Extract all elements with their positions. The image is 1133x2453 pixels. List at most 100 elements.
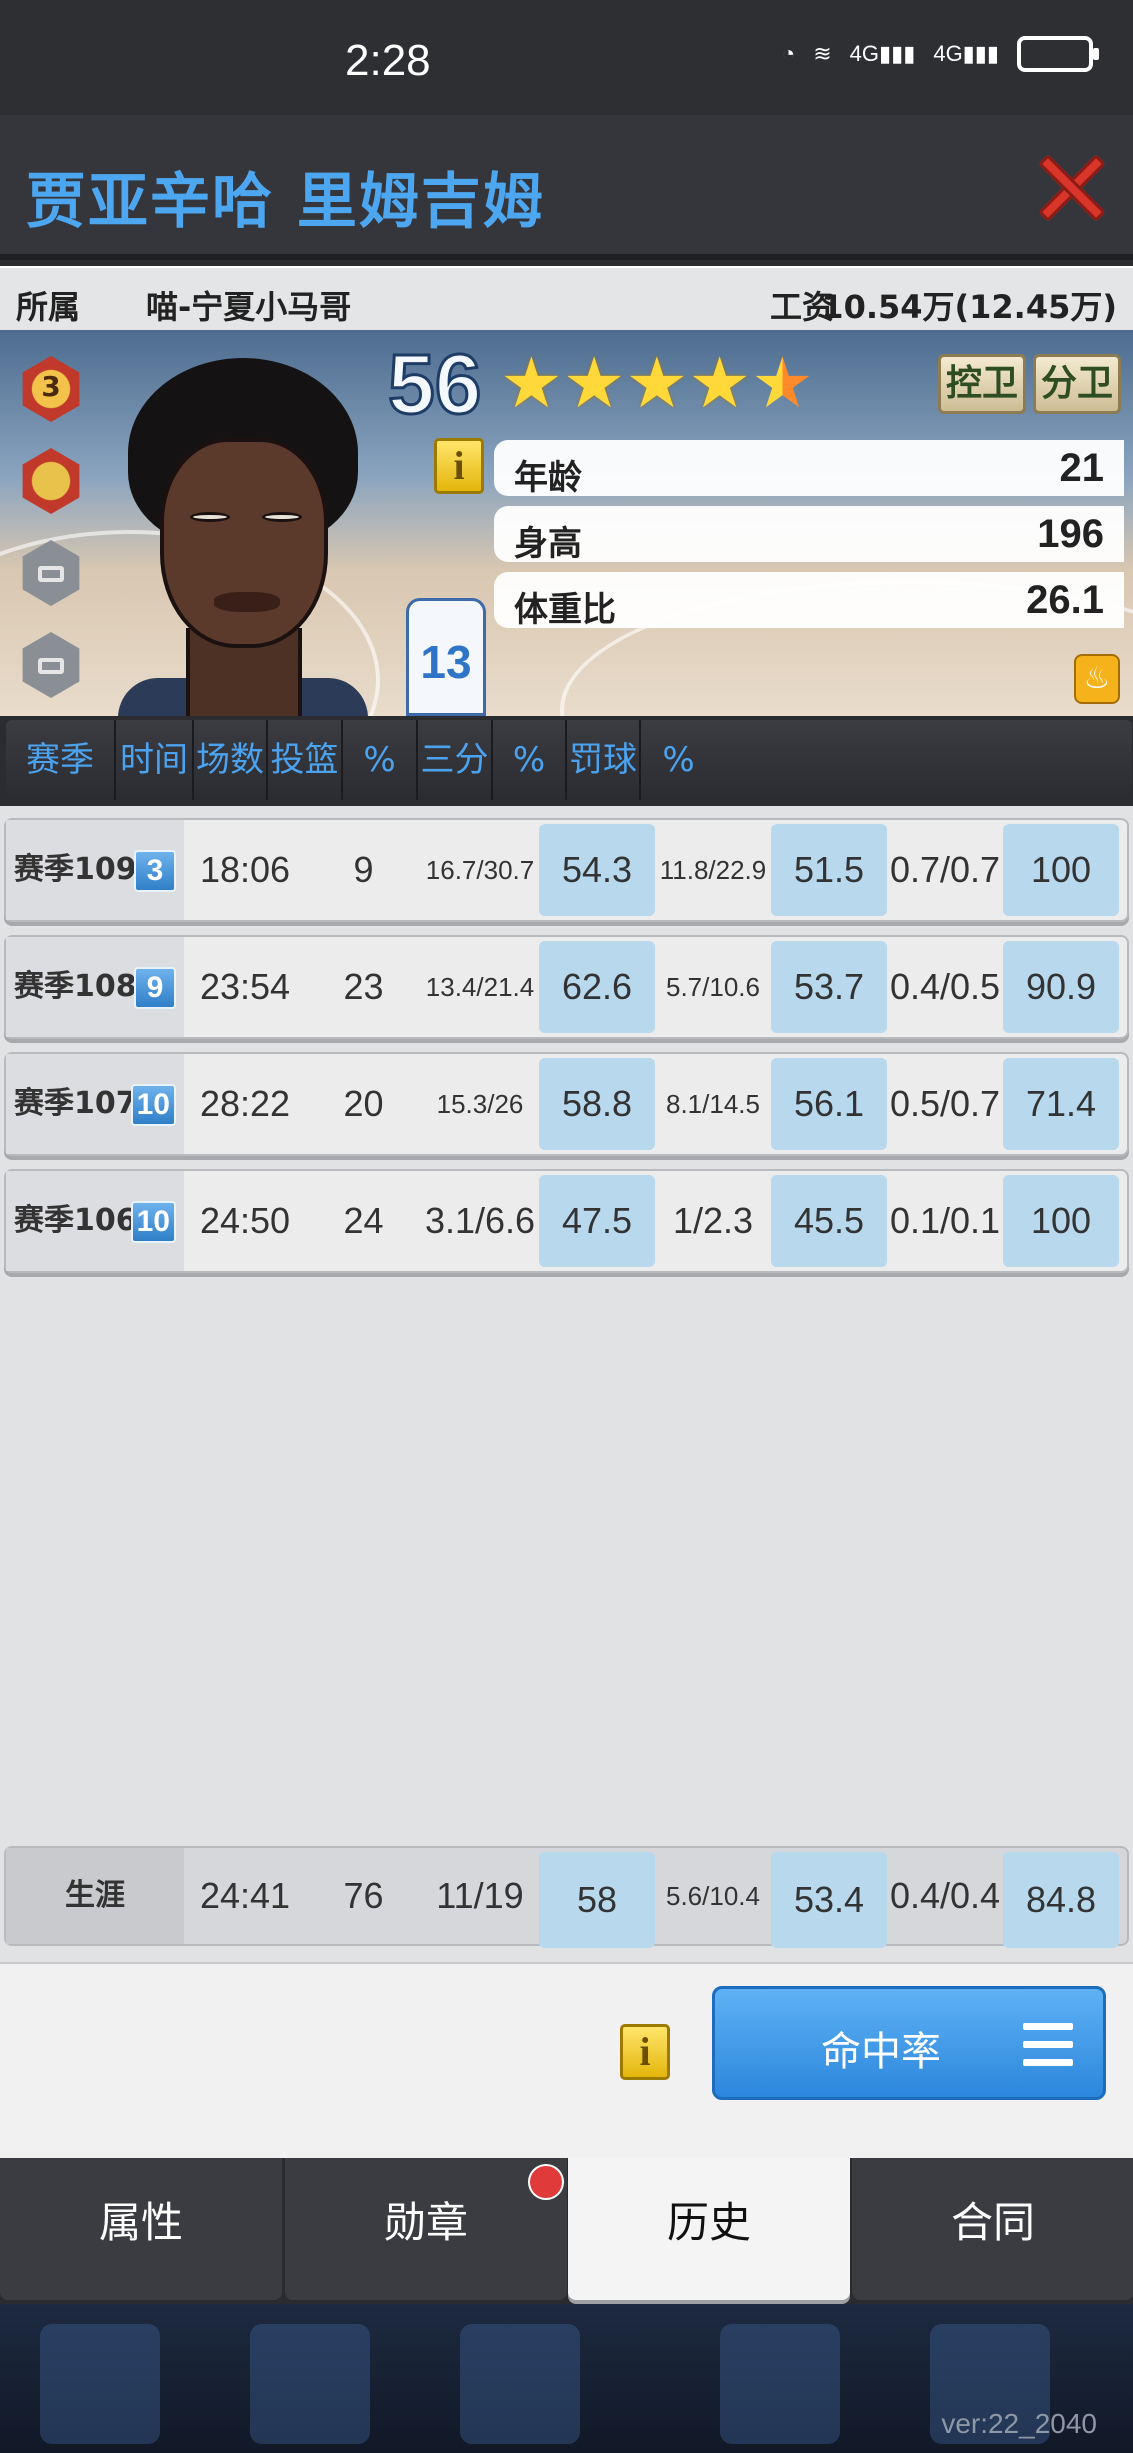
season-name: 赛季107 [14, 1086, 137, 1121]
season-level-badge: 10 [130, 1201, 176, 1243]
signal-4g-icon: 4G▮▮▮ [933, 41, 999, 66]
career-label: 生涯 [6, 1848, 184, 1944]
season-cell: 赛季109 3 [6, 820, 184, 920]
status-bar: 2:28 ◔ ≋ 4G▮▮▮ 4G▮▮▮ [0, 0, 1133, 115]
attribute-height: 身高 196 [494, 506, 1124, 564]
season-level-badge: 9 [134, 967, 176, 1009]
season-name: 赛季106 [14, 1203, 137, 1238]
team-name: 喵-宁夏小马哥 [146, 288, 352, 326]
table-row[interactable]: 赛季109 3 18:06 9 16.7/30.7 54.3 11.8/22.9 … [4, 818, 1129, 922]
avatar-eye [262, 512, 302, 522]
action-bar: i 命中率 [0, 1962, 1133, 2158]
fire-icon[interactable]: ♨ [1074, 654, 1120, 704]
cell-time: 18:06 [199, 849, 291, 890]
avatar-head [160, 438, 328, 648]
career-games: 76 [343, 1875, 384, 1916]
dock-icon [460, 2324, 580, 2444]
hit-rate-button[interactable]: 命中率 [712, 1986, 1106, 2100]
header-three-pct: % [493, 720, 567, 800]
cell-three: 1/2.3 [672, 1200, 754, 1241]
season-cell: 赛季108 9 [6, 937, 184, 1037]
info-icon[interactable]: i [434, 438, 484, 494]
avatar-mouth [214, 592, 280, 612]
background-dock: ver:22_2040 [0, 2304, 1133, 2453]
info-icon[interactable]: i [620, 2024, 670, 2080]
status-time: 2:28 [345, 36, 431, 85]
notification-dot [528, 2164, 564, 2200]
table-row[interactable]: 赛季108 9 23:54 23 13.4/21.4 62.6 5.7/10.6 … [4, 935, 1129, 1039]
career-ft: 0.4/0.4 [889, 1875, 1001, 1916]
cell-fg: 13.4/21.4 [425, 972, 535, 1002]
level-badge-icon[interactable]: 3 [22, 356, 80, 422]
cell-fg: 16.7/30.7 [425, 855, 535, 885]
cell-ft-pct: 100 [1003, 824, 1119, 916]
cell-time: 24:50 [199, 1200, 291, 1241]
header-ft-pct: % [662, 740, 695, 780]
career-ft-pct: 84.8 [1003, 1852, 1119, 1948]
cell-ft-pct: 100 [1003, 1175, 1119, 1267]
cell-games: 20 [343, 1083, 384, 1124]
battery-charging-icon [1017, 36, 1099, 72]
season-name: 赛季108 [14, 969, 137, 1004]
dock-icon [250, 2324, 370, 2444]
season-cell: 赛季107 10 [6, 1054, 184, 1154]
header-ft: 罚球 [567, 720, 641, 800]
star-icon: ★ [625, 342, 689, 424]
stats-table-header: 赛季 时间 场数 投篮 % 三分 % 罚球 % [6, 720, 1132, 800]
header-time: 时间 [116, 720, 194, 800]
cell-time: 23:54 [199, 966, 291, 1007]
header-games: 场数 [194, 720, 268, 800]
career-row: 生涯 24:41 76 11/19 58 5.6/10.4 53.4 0.4/0… [4, 1846, 1129, 1948]
attribute-age: 年龄 21 [494, 440, 1124, 498]
attribute-label: 年龄 [514, 458, 582, 498]
overall-rating: 56 [386, 336, 482, 433]
cell-time: 28:22 [199, 1083, 291, 1124]
tab-badges[interactable]: 勋章 [285, 2158, 567, 2300]
half-star-icon: ★ [751, 342, 814, 424]
career-three: 5.6/10.4 [666, 1881, 760, 1911]
attribute-value: 196 [1037, 512, 1104, 556]
cell-ft: 0.5/0.7 [889, 1083, 1001, 1124]
speed-icon: ◔ [781, 41, 796, 66]
career-fg-pct: 58 [539, 1852, 655, 1948]
tab-history[interactable]: 历史 [568, 2158, 850, 2300]
tab-attributes[interactable]: 属性 [0, 2158, 282, 2300]
career-three-pct: 53.4 [771, 1852, 887, 1948]
version-label: ver:22_2040 [941, 2408, 1097, 2439]
cell-games: 23 [343, 966, 384, 1007]
cell-games: 9 [353, 849, 374, 890]
wifi-icon: ≋ [813, 41, 832, 66]
cell-ft: 0.7/0.7 [889, 849, 1001, 890]
header-season: 赛季 [6, 720, 116, 800]
position-tag-pg[interactable]: 控卫 [938, 354, 1026, 414]
player-card: 3 13 56 ★ ★ ★ ★ ★ 控卫 分卫 i 年龄 21 身高 196 体… [0, 330, 1133, 716]
player-name: 贾亚辛哈 里姆吉姆 [26, 167, 545, 237]
season-level-badge: 3 [134, 850, 176, 892]
lock-icon [38, 566, 64, 582]
bottom-tab-bar: 属性 勋章 历史 合同 [0, 2158, 1133, 2304]
salary-value: 10.54万(12.45万) [821, 288, 1117, 326]
cell-ft: 0.4/0.5 [889, 966, 1001, 1007]
season-cell: 赛季106 10 [6, 1171, 184, 1271]
attribute-label: 身高 [514, 524, 582, 564]
jersey-number: 13 [420, 636, 472, 688]
cell-ft-pct: 90.9 [1003, 941, 1119, 1033]
cell-games: 24 [343, 1200, 384, 1241]
header-three: 三分 [418, 720, 493, 800]
screen: 2:28 ◔ ≋ 4G▮▮▮ 4G▮▮▮ 贾亚辛哈 里姆吉姆 所属 喵-宁夏小马… [0, 0, 1133, 2453]
table-row[interactable]: 赛季107 10 28:22 20 15.3/26 58.8 8.1/14.5 5… [4, 1052, 1129, 1156]
team-label: 所属 [16, 288, 81, 326]
close-icon[interactable] [1035, 151, 1107, 223]
table-row[interactable]: 赛季106 10 24:50 24 3.1/6.6 47.5 1/2.3 45.5… [4, 1169, 1129, 1273]
tab-contract[interactable]: 合同 [852, 2158, 1133, 2300]
cell-three-pct: 45.5 [771, 1175, 887, 1267]
cell-fg-pct: 58.8 [539, 1058, 655, 1150]
hit-rate-label: 命中率 [821, 2029, 941, 2075]
attribute-value: 21 [1059, 446, 1105, 490]
trophy-badge-icon[interactable] [22, 448, 80, 514]
team-salary-row: 所属 喵-宁夏小马哥 工资 10.54万(12.45万) [0, 266, 1133, 330]
cell-fg: 15.3/26 [436, 1089, 524, 1119]
title-bar: 贾亚辛哈 里姆吉姆 [0, 115, 1133, 260]
position-tag-sg[interactable]: 分卫 [1033, 354, 1121, 414]
cell-fg: 3.1/6.6 [424, 1200, 536, 1241]
